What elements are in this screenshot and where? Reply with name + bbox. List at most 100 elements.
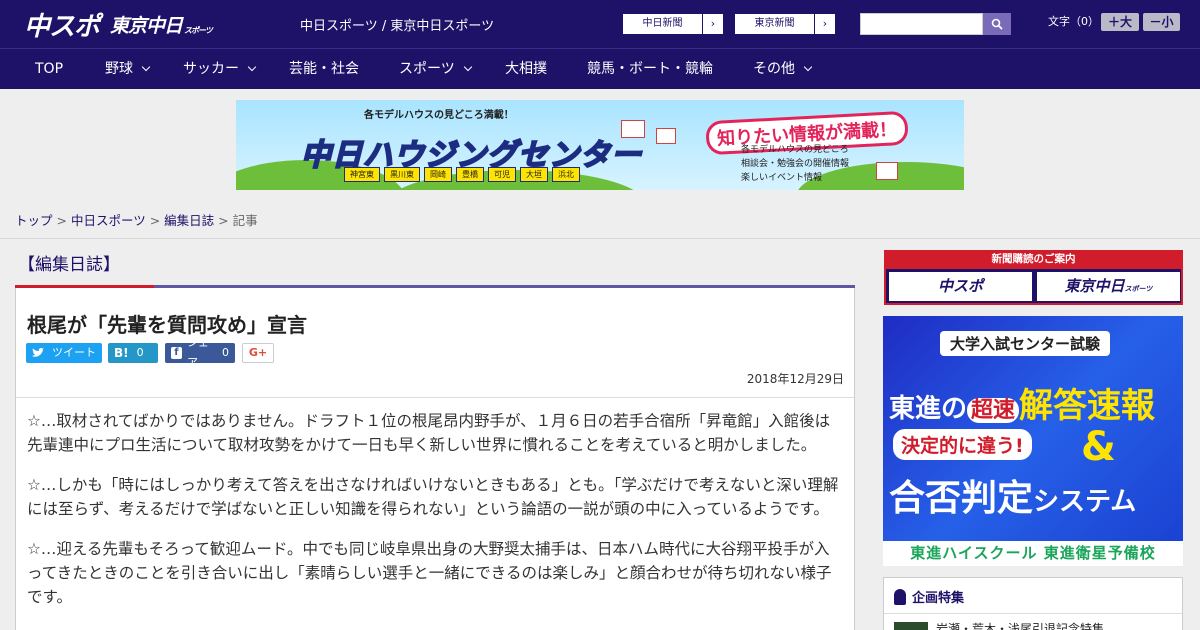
nav-label: サッカー — [183, 61, 239, 77]
breadcrumb-chunichi-link[interactable]: 中日スポーツ — [71, 213, 146, 228]
search-input[interactable] — [860, 13, 983, 35]
nav-entertainment[interactable]: 芸能・社会 — [289, 61, 359, 78]
tweet-label: ツイート — [52, 346, 96, 359]
nav-label: その他 — [753, 61, 795, 77]
hatena-bookmark-button[interactable]: B! 0 — [108, 343, 158, 363]
paper-name: 東京中日 — [1064, 277, 1125, 295]
link-label: 東京新聞 — [735, 14, 815, 34]
breadcrumb-separator: > — [218, 213, 233, 228]
nav-soccer[interactable]: サッカー — [183, 61, 257, 78]
tokyo-chunichi-subscribe-link[interactable]: 東京中日スポーツ — [1037, 272, 1180, 301]
font-size-label: 文字（0） — [1048, 15, 1099, 28]
nav-top[interactable]: TOP — [35, 61, 63, 78]
breadcrumb: トップ > 中日スポーツ > 編集日誌 > 記事 — [15, 210, 258, 229]
nav-label: スポーツ — [399, 61, 455, 77]
article-body: ☆…取材されてばかりではありません。ドラフト１位の根尾昂内野手が、１月６日の若手… — [27, 409, 845, 625]
font-increase-button[interactable]: ＋大 — [1101, 13, 1139, 31]
search-form — [860, 13, 1011, 35]
chunichi-sports-subscribe-link[interactable]: 中スポ — [889, 272, 1032, 301]
ad-text: 合否判定 — [889, 478, 1034, 519]
article-card: 根尾が「先輩を質問攻め」宣言 ツイート B! 0 f シェア 0 G+ 2018… — [15, 288, 855, 630]
city-tag: 可児 — [488, 167, 516, 182]
ad-text: & — [1081, 424, 1116, 470]
logo-text: 中スポ — [24, 11, 100, 42]
city-tag: 豊橋 — [456, 167, 484, 182]
city-tag: 黒川東 — [384, 167, 420, 182]
chevron-down-icon — [803, 62, 813, 72]
facebook-icon: f — [171, 347, 182, 359]
ad-top-label: 大学入試センター試験 — [940, 331, 1111, 356]
feature-title: 企画特集 — [912, 591, 965, 606]
category-title: 【編集日誌】 — [18, 255, 120, 275]
ad-line: 東進の 超速 解答速報 — [889, 378, 1155, 427]
banner-bullet: 楽しいイベント情報 — [741, 173, 823, 183]
ad-text: 東進の — [889, 394, 968, 424]
city-tag: 神宮東 — [344, 167, 380, 182]
google-plus-icon: G+ — [248, 346, 268, 359]
banner-tagline: 各モデルハウスの見どころ満載！ — [364, 110, 514, 121]
site-name: 中日スポーツ / 東京中日スポーツ — [300, 19, 495, 34]
tweet-button[interactable]: ツイート — [26, 343, 102, 363]
chevron-down-icon — [463, 62, 472, 72]
breadcrumb-separator: > — [149, 213, 165, 228]
font-decrease-button[interactable]: －小 — [1143, 13, 1180, 31]
subscription-box: 新聞購読のご案内 中スポ 東京中日スポーツ — [884, 250, 1183, 305]
nav-label: TOP — [35, 61, 64, 77]
link-label: 中日新聞 — [623, 14, 703, 34]
chevron-down-icon — [141, 62, 151, 72]
nav-label: 大相撲 — [505, 61, 547, 77]
breadcrumb-diary-link[interactable]: 編集日誌 — [164, 213, 214, 228]
chevron-right-icon: › — [822, 17, 828, 30]
banner-bullet: 相談会・勉強会の開催情報 — [741, 159, 850, 169]
ad-footer: 東進ハイスクール 東進衛星予備校 — [883, 541, 1183, 566]
nav-label: 競馬・ボート・競輪 — [587, 61, 713, 77]
chunichi-shimbun-link[interactable]: 中日新聞 › — [622, 13, 724, 35]
google-plus-button[interactable]: G+ — [242, 343, 274, 363]
breadcrumb-top-link[interactable]: トップ — [15, 213, 53, 228]
ad-text: 決定的に違う! — [893, 429, 1032, 460]
house-icon — [876, 162, 898, 180]
divider — [0, 238, 1200, 239]
city-list: 神宮東 黒川東 岡崎 豊橋 可児 大垣 浜北 — [344, 167, 580, 182]
paper-subname: スポーツ — [1124, 285, 1153, 293]
feature-item[interactable]: 岩瀬・荒木・浅尾引退記念特集 — [894, 620, 1104, 630]
ad-text: 解答速報 — [1019, 386, 1156, 426]
article-title: 根尾が「先輩を質問攻め」宣言 — [27, 313, 307, 337]
city-tag: 大垣 — [520, 167, 548, 182]
hatena-icon: B! — [114, 346, 129, 360]
nav-sports[interactable]: スポーツ — [399, 61, 472, 78]
article-date: 2018年12月29日 — [746, 372, 844, 386]
logo-text: 東京中日 — [110, 14, 183, 37]
facebook-share-button[interactable]: f シェア 0 — [165, 336, 235, 369]
nav-other[interactable]: その他 — [753, 61, 813, 78]
nav-sumo[interactable]: 大相撲 — [505, 61, 547, 78]
nav-racing[interactable]: 競馬・ボート・競輪 — [587, 61, 713, 78]
toshin-exam-banner-ad[interactable]: 大学入試センター試験 東進の 超速 解答速報 決定的に違う! & 合否判定システム … — [883, 316, 1183, 566]
article-paragraph: ☆…しかも「時にはしっかり考えて答えを出さなければいけないときもある」とも。「学… — [27, 476, 839, 518]
tokyo-shimbun-link[interactable]: 東京新聞 › — [734, 13, 836, 35]
tokyo-chunichi-sports-logo[interactable]: 東京中日 スポーツ — [110, 8, 213, 40]
feature-heading: 企画特集 — [894, 587, 964, 606]
chevron-right-icon: › — [710, 17, 716, 30]
nav-baseball[interactable]: 野球 — [105, 61, 151, 78]
city-tag: 浜北 — [552, 167, 580, 182]
article-paragraph: ☆…迎える先輩もそろって歓迎ムード。中でも同じ岐阜県出身の大野奨太捕手は、日本ハ… — [27, 540, 832, 606]
breadcrumb-current: 記事 — [232, 213, 258, 228]
divider — [16, 397, 854, 398]
nav-label: 芸能・社会 — [289, 61, 359, 77]
ad-text: システム — [1033, 487, 1137, 517]
search-button[interactable] — [983, 13, 1011, 35]
medal-icon — [894, 588, 906, 605]
divider — [884, 613, 1182, 614]
chunichi-sports-logo[interactable]: 中スポ — [24, 8, 100, 42]
housing-center-banner-ad[interactable]: 各モデルハウスの見どころ満載！ 中日ハウジングセンター 神宮東 黒川東 岡崎 豊… — [236, 100, 964, 190]
chevron-down-icon — [247, 62, 257, 72]
ad-line: 合否判定システム — [889, 469, 1136, 521]
feature-section: 企画特集 岩瀬・荒木・浅尾引退記念特集 — [883, 577, 1183, 630]
breadcrumb-separator: > — [56, 213, 71, 228]
facebook-share-label: シェア — [186, 336, 209, 369]
global-nav: TOP 野球 サッカー 芸能・社会 スポーツ 大相撲 競馬・ボート・競輪 その他 — [0, 48, 1200, 89]
feature-item-label: 岩瀬・荒木・浅尾引退記念特集 — [936, 622, 1105, 630]
facebook-count: 0 — [222, 346, 229, 359]
subscription-title: 新聞購読のご案内 — [886, 250, 1181, 269]
